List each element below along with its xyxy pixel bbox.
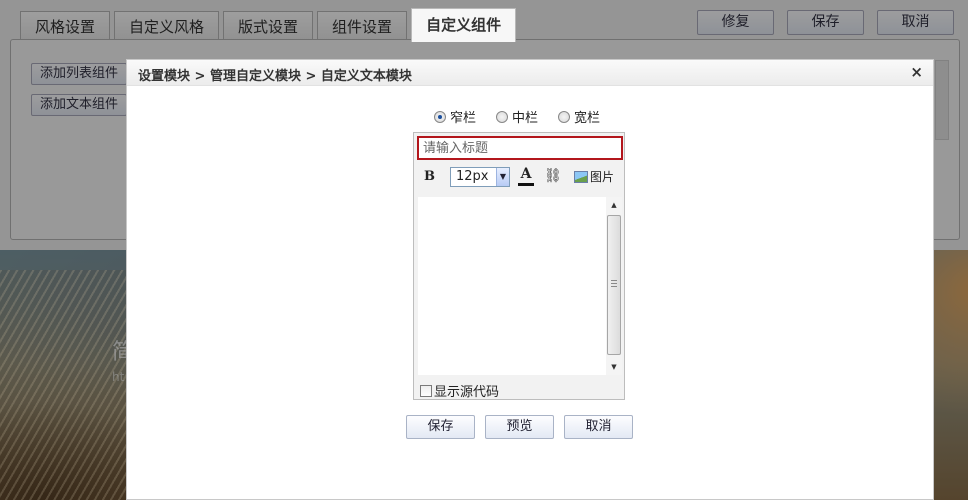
insert-image-label: 图片 <box>590 170 615 184</box>
title-input[interactable] <box>417 136 623 160</box>
dialog-footer: 保存 预览 取消 <box>406 415 633 439</box>
radio-medium-label: 中栏 <box>512 111 539 126</box>
dialog-header: 设置模块 > 管理自定义模块 > 自定义文本模块 × <box>127 60 933 86</box>
image-icon <box>574 170 588 183</box>
radio-unchecked-icon[interactable] <box>496 110 509 123</box>
chevron-down-icon[interactable]: ▼ <box>496 168 509 186</box>
radio-checked-icon[interactable] <box>434 110 446 123</box>
custom-text-module-dialog: 设置模块 > 管理自定义模块 > 自定义文本模块 × 窄栏 中栏 宽栏 B 12… <box>126 59 934 500</box>
rich-text-editor: B 12px ▼ A ⛓ 图片 ▲ ▼ 显示源代码 <box>413 132 625 400</box>
editor-scrollbar[interactable]: ▲ ▼ <box>606 197 622 375</box>
scroll-down-icon[interactable]: ▼ <box>606 359 622 375</box>
dialog-save-button[interactable]: 保存 <box>406 415 475 439</box>
show-source-toggle[interactable]: 显示源代码 <box>420 381 499 400</box>
radio-wide-label: 宽栏 <box>574 111 601 126</box>
font-color-icon[interactable]: A <box>518 166 534 186</box>
close-icon[interactable]: × <box>910 63 923 81</box>
radio-narrow[interactable]: 窄栏 <box>434 107 476 126</box>
font-size-select[interactable]: 12px ▼ <box>450 167 510 187</box>
radio-unchecked-icon[interactable] <box>558 110 571 123</box>
scroll-up-icon[interactable]: ▲ <box>606 197 622 213</box>
show-source-checkbox[interactable] <box>420 384 432 397</box>
dialog-cancel-button[interactable]: 取消 <box>564 415 633 439</box>
tab-custom-widgets[interactable]: 自定义组件 <box>411 8 517 42</box>
font-size-value: 12px <box>456 169 489 184</box>
editor-toolbar: B 12px ▼ A ⛓ 图片 <box>414 165 624 189</box>
show-source-label: 显示源代码 <box>434 385 500 400</box>
editor-content-area[interactable]: ▲ ▼ <box>418 197 622 375</box>
scrollbar-thumb[interactable] <box>607 215 621 355</box>
radio-wide[interactable]: 宽栏 <box>558 107 600 126</box>
insert-image-button[interactable]: 图片 <box>574 168 614 185</box>
bold-icon[interactable]: B <box>424 169 435 184</box>
radio-medium[interactable]: 中栏 <box>496 107 538 126</box>
dialog-breadcrumb: 设置模块 > 管理自定义模块 > 自定义文本模块 <box>138 69 412 84</box>
width-option-group: 窄栏 中栏 宽栏 <box>434 107 600 126</box>
dialog-preview-button[interactable]: 预览 <box>485 415 554 439</box>
link-icon[interactable]: ⛓ <box>544 168 562 184</box>
radio-narrow-label: 窄栏 <box>450 111 477 126</box>
